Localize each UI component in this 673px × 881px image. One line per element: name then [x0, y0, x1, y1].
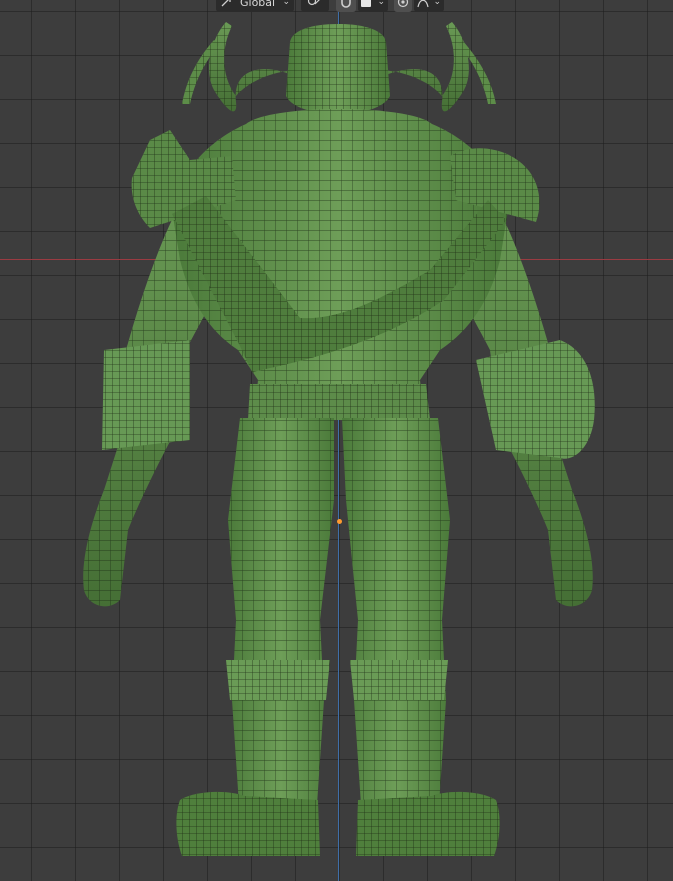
proportional-editing-icon [397, 0, 409, 13]
viewport-header: Global ⌄ ⌄ ⌄ [0, 0, 673, 14]
boot-right [356, 791, 500, 856]
transform-pivot-icon [306, 0, 324, 13]
3d-viewport[interactable]: Global ⌄ ⌄ ⌄ [0, 0, 673, 881]
head [286, 24, 390, 114]
chevron-down-icon: ⌄ [377, 0, 385, 7]
object-origin-point[interactable] [337, 519, 342, 524]
belt [248, 384, 430, 420]
transform-orientation-dropdown[interactable]: Global ⌄ [216, 0, 294, 12]
chevron-down-icon: ⌄ [433, 0, 441, 7]
character-mesh[interactable] [0, 0, 673, 881]
leg-right [342, 418, 450, 820]
horn-right [376, 22, 496, 112]
snap-toggle[interactable] [336, 0, 356, 12]
proportional-falloff-dropdown[interactable]: ⌄ [414, 0, 444, 12]
snap-target-icon [361, 0, 371, 7]
boot-left [176, 791, 320, 856]
transform-orientation-label: Global [240, 0, 276, 9]
chevron-down-icon: ⌄ [282, 0, 290, 7]
proportional-editing-toggle[interactable] [394, 0, 412, 12]
snap-target-dropdown[interactable]: ⌄ [358, 0, 388, 12]
transform-pivot-button[interactable] [301, 0, 329, 12]
transform-orientation-icon [220, 0, 232, 13]
snap-magnet-icon [340, 0, 352, 13]
leg-left [226, 418, 334, 820]
horn-left [182, 22, 302, 112]
falloff-curve-icon [417, 0, 429, 13]
